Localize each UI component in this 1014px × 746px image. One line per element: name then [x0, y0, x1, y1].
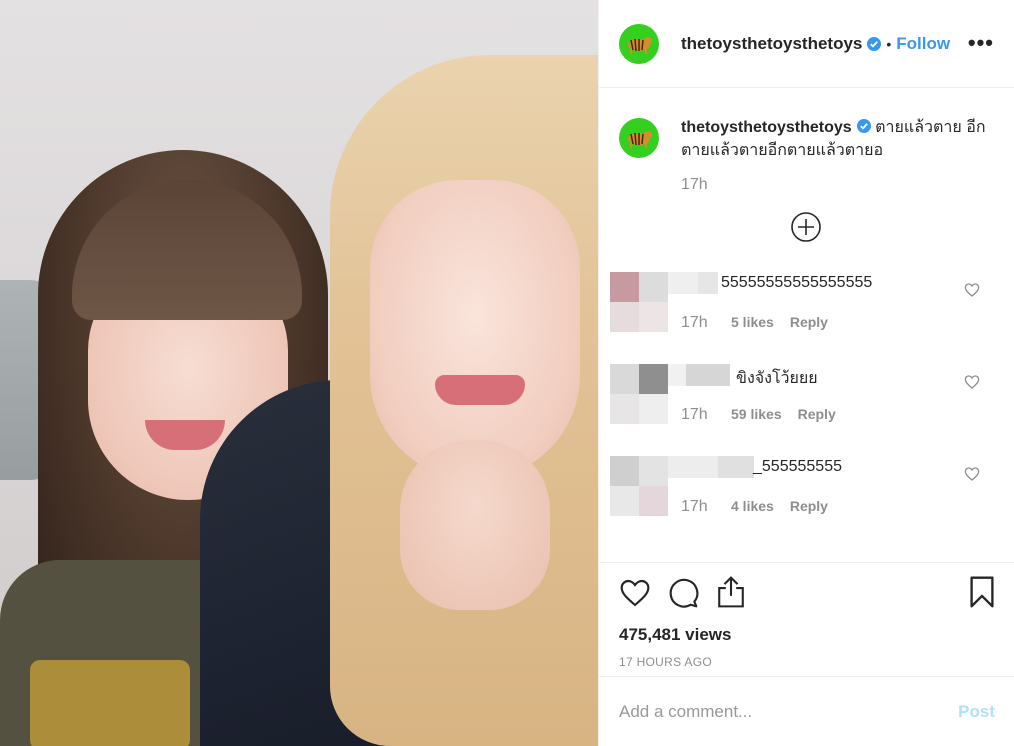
- tiger-icon: [628, 36, 652, 54]
- comment-time[interactable]: 17h: [681, 498, 731, 516]
- comment-meta: 17h 59 likes Reply: [681, 406, 836, 424]
- person-right-smile: [435, 375, 525, 405]
- verified-badge-icon: [867, 36, 882, 51]
- comment-likes[interactable]: 4 likes: [731, 498, 774, 516]
- post-actions: 475,481 views 17 HOURS AGO: [599, 562, 1014, 676]
- like-comment-heart-icon[interactable]: [964, 282, 980, 298]
- share-icon[interactable]: [715, 575, 747, 609]
- comment-text: _555555555: [753, 458, 842, 475]
- plus-circle-icon[interactable]: [790, 211, 822, 243]
- blurred-avatar[interactable]: [610, 456, 668, 516]
- like-heart-icon[interactable]: [619, 577, 651, 609]
- comment-text: 55555555555555555: [721, 274, 873, 291]
- comment-meta: 17h 4 likes Reply: [681, 498, 828, 516]
- add-comment-bar: Post: [599, 676, 1014, 746]
- header-username[interactable]: thetoysthetoysthetoys: [681, 34, 862, 54]
- action-bar: [619, 575, 995, 615]
- tiger-icon: [628, 131, 652, 148]
- blurred-username[interactable]: [668, 272, 718, 294]
- caption-username[interactable]: thetoysthetoysthetoys: [681, 119, 852, 136]
- post-comment-button[interactable]: Post: [958, 702, 995, 722]
- blurred-username[interactable]: [668, 364, 730, 386]
- post-video[interactable]: [0, 0, 598, 746]
- post-caption: thetoysthetoysthetoys ตายแล้วตาย อีกตายแ…: [599, 88, 1014, 266]
- avatar[interactable]: [619, 23, 659, 64]
- blurred-username[interactable]: [668, 456, 754, 478]
- post-header: thetoysthetoysthetoys • Follow •••: [599, 0, 1014, 88]
- comment-item: 55555555555555555 17h 5 likes Reply: [599, 266, 1014, 358]
- comment-item: ขิงจังโว้ยยย 17h 59 likes Reply: [599, 358, 1014, 450]
- more-options-icon[interactable]: •••: [968, 30, 994, 56]
- comment-item: _555555555 17h 4 likes Reply: [599, 450, 1014, 542]
- comment-bubble-icon[interactable]: [667, 577, 699, 609]
- like-comment-heart-icon[interactable]: [964, 466, 980, 482]
- save-bookmark-icon[interactable]: [969, 575, 995, 609]
- separator-dot: •: [886, 35, 892, 52]
- reply-button[interactable]: Reply: [790, 314, 828, 332]
- reply-button[interactable]: Reply: [798, 406, 836, 424]
- blurred-avatar[interactable]: [610, 364, 668, 424]
- comment-input[interactable]: [619, 701, 959, 722]
- comment-time[interactable]: 17h: [681, 314, 731, 332]
- post-sidebar: thetoysthetoysthetoys • Follow ••• theto…: [598, 0, 1014, 746]
- post-age[interactable]: 17 HOURS AGO: [619, 655, 995, 669]
- comment-likes[interactable]: 59 likes: [731, 406, 782, 424]
- reply-button[interactable]: Reply: [790, 498, 828, 516]
- verified-badge-icon: [856, 119, 871, 133]
- comment-text: ขิงจังโว้ยยย: [736, 370, 818, 387]
- person-right-face: [370, 180, 580, 480]
- blurred-avatar[interactable]: [610, 272, 668, 332]
- comment-meta: 17h 5 likes Reply: [681, 314, 828, 332]
- follow-button[interactable]: Follow: [896, 34, 950, 54]
- like-comment-heart-icon[interactable]: [964, 374, 980, 390]
- caption-time[interactable]: 17h: [681, 176, 994, 194]
- post: thetoysthetoysthetoys • Follow ••• theto…: [0, 0, 1014, 746]
- comment-time[interactable]: 17h: [681, 406, 731, 424]
- view-count[interactable]: 475,481 views: [619, 625, 995, 645]
- comment-likes[interactable]: 5 likes: [731, 314, 774, 332]
- caption-text-block: thetoysthetoysthetoys ตายแล้วตาย อีกตายแ…: [681, 114, 994, 162]
- person-right-hand: [400, 440, 550, 610]
- caption-avatar[interactable]: [619, 118, 659, 158]
